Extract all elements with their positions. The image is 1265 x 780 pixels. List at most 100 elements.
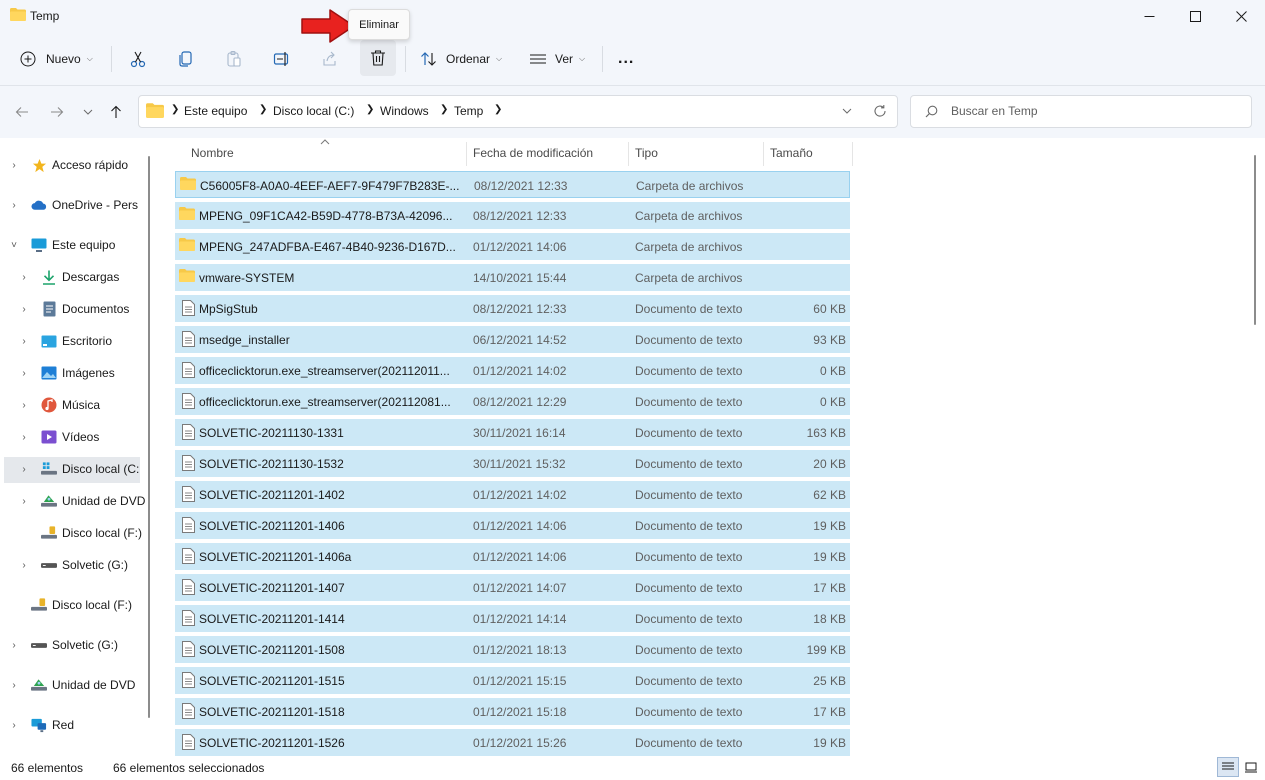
view-button[interactable]: Ver ⌵ [529, 44, 585, 74]
cut-button[interactable] [128, 44, 148, 74]
file-row[interactable]: SOLVETIC-20211201-1526 01/12/2021 15:26 Do… [175, 729, 850, 756]
breadcrumb-disco-local[interactable]: Disco local (C:) [273, 104, 354, 118]
back-button[interactable] [10, 100, 34, 124]
file-row[interactable]: MpSigStub 08/12/2021 12:33 Documento de te… [175, 295, 850, 322]
chevron-right-icon[interactable]: › [18, 432, 30, 443]
file-name: SOLVETIC-20211201-1407 [199, 581, 345, 595]
chevron-right-icon[interactable]: › [18, 496, 30, 507]
chevron-right-icon[interactable]: › [8, 720, 20, 731]
column-header-name[interactable]: Nombre [185, 142, 465, 164]
nav-scrollbar[interactable] [148, 156, 150, 718]
nav-item[interactable]: Disco local (F:) [0, 591, 148, 619]
breadcrumb-este-equipo[interactable]: Este equipo [184, 104, 247, 118]
forward-button[interactable] [45, 100, 69, 124]
sort-button[interactable]: Ordenar ⌵ [420, 44, 502, 74]
breadcrumb-separator-icon: ❯ [494, 104, 503, 115]
refresh-icon[interactable] [873, 104, 887, 118]
nav-item[interactable]: › Vídeos [0, 423, 148, 451]
column-header-type[interactable]: Tipo [629, 142, 762, 164]
copy-button[interactable] [176, 44, 196, 74]
nav-item[interactable]: › Acceso rápido [0, 151, 148, 179]
details-view-button[interactable] [1217, 757, 1239, 777]
tiles-view-button[interactable] [1242, 757, 1260, 777]
nav-item-label: Disco local (F:) [62, 526, 143, 540]
rename-button[interactable] [272, 44, 292, 74]
chevron-down-icon[interactable]: ˅ [8, 240, 20, 251]
file-type: Documento de texto [635, 488, 743, 502]
up-button[interactable] [104, 100, 128, 124]
new-button[interactable]: Nuevo ⌵ [20, 44, 93, 74]
nav-item[interactable]: › Unidad de DVD [0, 487, 148, 515]
close-button[interactable] [1218, 0, 1264, 32]
delete-button[interactable] [360, 40, 396, 76]
file-row[interactable]: msedge_installer 06/12/2021 14:52 Document… [175, 326, 850, 353]
file-row[interactable]: MPENG_247ADFBA-E467-4B40-9236-D167D... 01… [175, 233, 850, 260]
file-row[interactable]: officeclicktorun.exe_streamserver(202112… [175, 357, 850, 384]
address-history-chevron-icon[interactable] [842, 108, 852, 114]
column-header-size[interactable]: Tamaño [764, 142, 852, 164]
file-row[interactable]: vmware-SYSTEM 14/10/2021 15:44 Carpeta de … [175, 264, 850, 291]
share-button[interactable] [320, 44, 340, 74]
minimize-button[interactable] [1126, 0, 1172, 32]
nav-item[interactable]: › Música [0, 391, 148, 419]
nav-item[interactable]: › Red [0, 711, 148, 739]
nav-item[interactable]: › OneDrive - Pers [0, 191, 148, 219]
file-row[interactable]: SOLVETIC-20211130-1331 30/11/2021 16:14 Do… [175, 419, 850, 446]
file-row[interactable]: SOLVETIC-20211201-1414 01/12/2021 14:14 Do… [175, 605, 850, 632]
nav-item[interactable]: › Solvetic (G:) [0, 551, 148, 579]
file-row[interactable]: SOLVETIC-20211201-1407 01/12/2021 14:07 Do… [175, 574, 850, 601]
file-row[interactable]: officeclicktorun.exe_streamserver(202112… [175, 388, 850, 415]
file-row[interactable]: MPENG_09F1CA42-B59D-4778-B73A-42096... 08… [175, 202, 850, 229]
separator [602, 46, 603, 72]
column-header-date[interactable]: Fecha de modificación [467, 142, 627, 164]
file-row[interactable]: SOLVETIC-20211201-1402 01/12/2021 14:02 Do… [175, 481, 850, 508]
more-options-button[interactable]: ... [618, 44, 634, 74]
recent-locations-button[interactable] [76, 100, 100, 124]
maximize-button[interactable] [1172, 0, 1218, 32]
file-row[interactable]: C56005F8-A0A0-4EEF-AEF7-9F479F7B283E-...… [175, 171, 850, 198]
file-row[interactable]: SOLVETIC-20211201-1406 01/12/2021 14:06 Do… [175, 512, 850, 539]
chevron-right-icon[interactable]: › [8, 200, 20, 211]
file-size: 60 KB [813, 302, 846, 316]
nav-item[interactable]: › Documentos [0, 295, 148, 323]
chevron-right-icon[interactable]: › [18, 304, 30, 315]
chevron-right-icon[interactable]: › [8, 640, 20, 651]
nav-item[interactable]: ˅ Este equipo [0, 231, 148, 259]
list-scrollbar[interactable] [1254, 155, 1256, 325]
paste-button[interactable] [224, 44, 244, 74]
nav-item[interactable]: › Descargas [0, 263, 148, 291]
usb-drive-icon [31, 597, 47, 613]
file-row[interactable]: SOLVETIC-20211130-1532 30/11/2021 15:32 Do… [175, 450, 850, 477]
file-row[interactable]: SOLVETIC-20211201-1406a 01/12/2021 14:06 D… [175, 543, 850, 570]
text-file-icon [182, 300, 198, 316]
file-date: 01/12/2021 15:18 [473, 705, 567, 719]
selected-count: 66 elementos seleccionados [113, 761, 265, 775]
chevron-right-icon[interactable]: › [18, 336, 30, 347]
nav-item[interactable]: › Escritorio [0, 327, 148, 355]
breadcrumb-temp[interactable]: Temp [454, 104, 483, 118]
file-row[interactable]: SOLVETIC-20211201-1508 01/12/2021 18:13 Do… [175, 636, 850, 663]
new-label: Nuevo [46, 52, 81, 66]
nav-item[interactable]: › Solvetic (G:) [0, 631, 148, 659]
nav-item[interactable]: Disco local (F:) [0, 519, 148, 547]
nav-item[interactable]: › Imágenes [0, 359, 148, 387]
chevron-right-icon[interactable]: › [18, 368, 30, 379]
view-label: Ver [555, 52, 574, 66]
chevron-right-icon[interactable]: › [18, 400, 30, 411]
chevron-right-icon[interactable]: › [8, 160, 20, 171]
file-row[interactable]: SOLVETIC-20211201-1515 01/12/2021 15:15 Do… [175, 667, 850, 694]
chevron-right-icon[interactable]: › [8, 680, 20, 691]
breadcrumb-windows[interactable]: Windows [380, 104, 429, 118]
chevron-right-icon[interactable]: › [18, 464, 30, 475]
nav-item-label: Documentos [62, 302, 130, 316]
address-bar[interactable] [138, 95, 898, 128]
chevron-right-icon[interactable]: › [18, 272, 30, 283]
nav-item[interactable]: › Unidad de DVD [0, 671, 148, 699]
text-file-icon [182, 703, 198, 719]
nav-item[interactable]: › Disco local (C: [0, 455, 148, 483]
chevron-right-icon[interactable]: › [18, 560, 30, 571]
column-separator[interactable] [852, 142, 853, 166]
file-row[interactable]: SOLVETIC-20211201-1518 01/12/2021 15:18 Do… [175, 698, 850, 725]
file-date: 30/11/2021 16:14 [473, 426, 566, 440]
nav-item-label: Unidad de DVD [62, 494, 146, 508]
